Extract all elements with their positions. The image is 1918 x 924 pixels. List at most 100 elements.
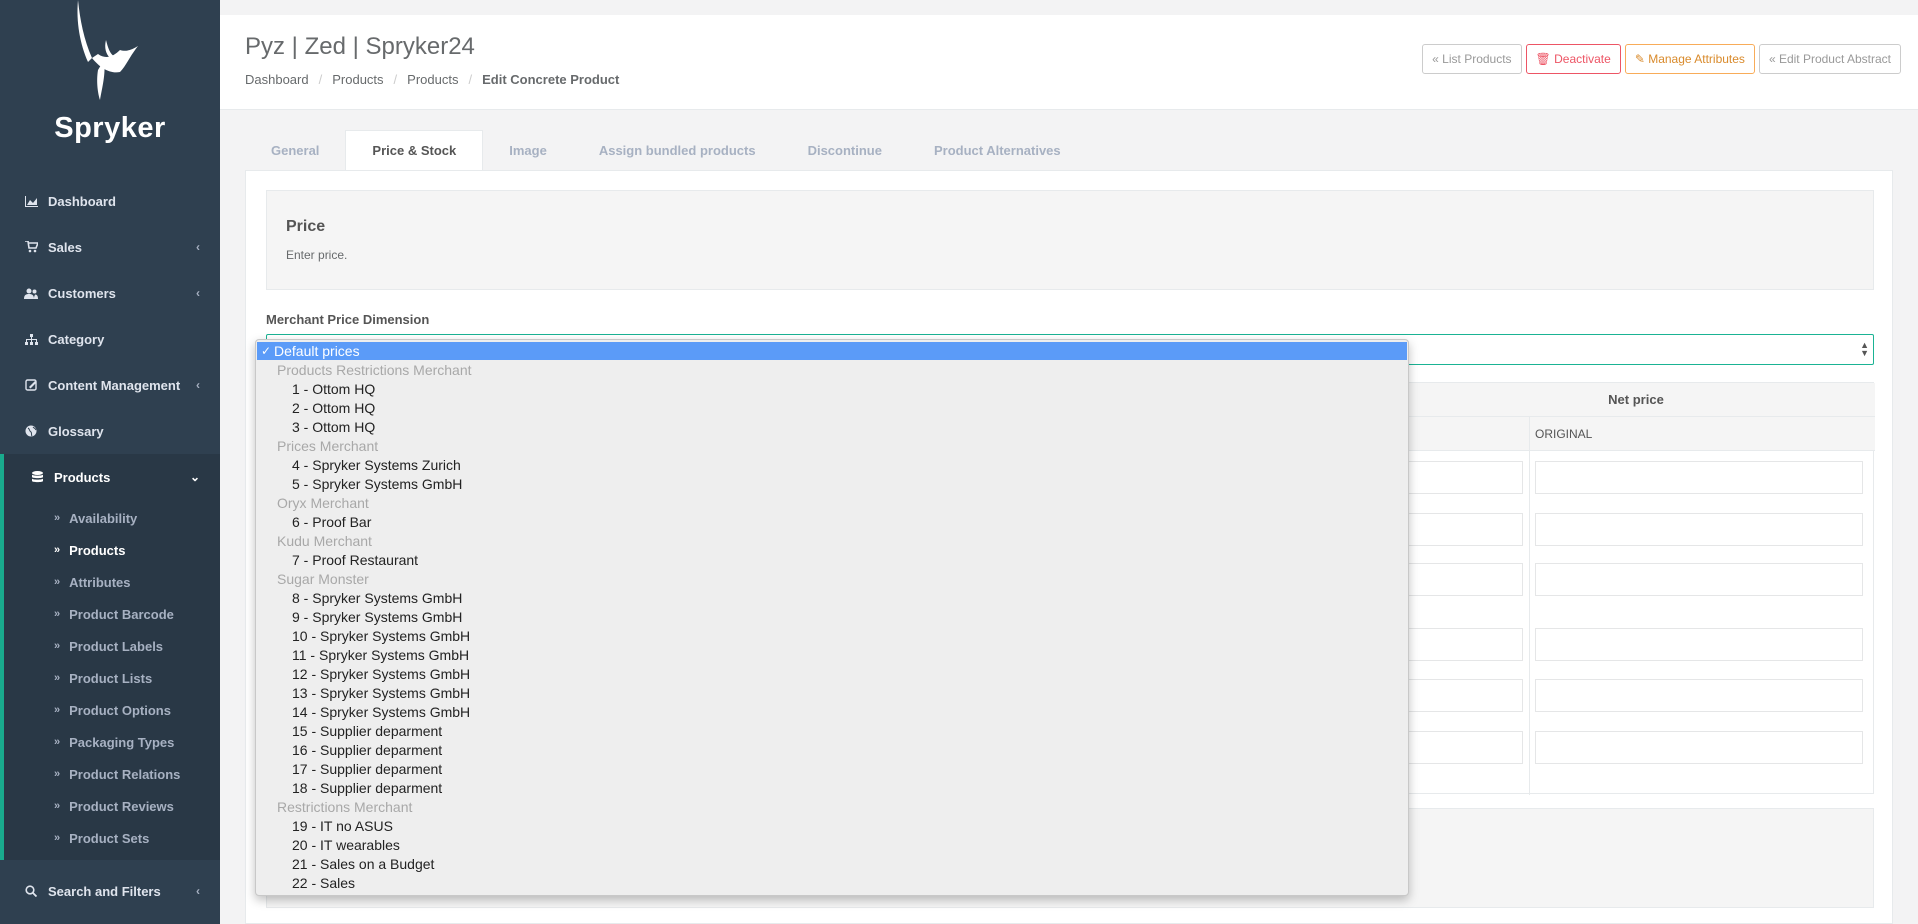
sidebar-subitem-product-reviews[interactable]: » Product Reviews: [4, 790, 220, 822]
sitemap-icon: [24, 332, 38, 346]
sidebar-item-label: Sales: [48, 239, 82, 255]
chevron-down-icon: ⌄: [189, 470, 200, 484]
sidebar-item-sales[interactable]: Sales ‹: [0, 224, 220, 270]
net-default-price-input[interactable]: [1407, 513, 1523, 546]
dropdown-option[interactable]: 9 - Spryker Systems GmbH: [256, 607, 1408, 626]
header-actions: « List Products 🗑 Deactivate ✎ Manage At…: [1422, 44, 1901, 74]
net-default-price-input[interactable]: [1407, 679, 1523, 712]
breadcrumb-item-current: Edit Concrete Product: [482, 72, 620, 87]
double-chevron-right-icon: »: [54, 512, 61, 524]
dropdown-option[interactable]: 13 - Spryker Systems GmbH: [256, 683, 1408, 702]
sidebar-subitem-label: Product Barcode: [69, 606, 174, 622]
breadcrumb-item-dashboard[interactable]: Dashboard: [245, 72, 309, 87]
dropdown-option[interactable]: 4 - Spryker Systems Zurich: [256, 455, 1408, 474]
logo[interactable]: Spryker: [0, 0, 220, 178]
dropdown-option[interactable]: 20 - IT wearables: [256, 835, 1408, 854]
dropdown-option[interactable]: 16 - Supplier deparment: [256, 740, 1408, 759]
sidebar-subitem-product-lists[interactable]: » Product Lists: [4, 662, 220, 694]
sidebar-subitem-product-options[interactable]: » Product Options: [4, 694, 220, 726]
dropdown-option-label: Default prices: [274, 343, 360, 359]
sidebar-item-products[interactable]: Products ⌄: [0, 454, 220, 500]
double-chevron-right-icon: »: [54, 768, 61, 780]
net-original-price-input[interactable]: [1535, 679, 1863, 712]
search-icon: [24, 884, 38, 898]
dropdown-option[interactable]: 3 - Ottom HQ: [256, 417, 1408, 436]
breadcrumb-item-products[interactable]: Products: [332, 72, 383, 87]
net-original-price-input[interactable]: [1535, 628, 1863, 661]
dropdown-option-selected[interactable]: ✓ Default prices: [257, 342, 1407, 360]
sidebar-item-label: Glossary: [48, 423, 104, 439]
sidebar-item-content-management[interactable]: Content Management ‹: [0, 362, 220, 408]
deactivate-button[interactable]: 🗑 Deactivate: [1525, 44, 1621, 74]
sidebar-item-label: Customers: [48, 285, 116, 301]
price-section-description: Enter price.: [286, 248, 348, 262]
list-products-button[interactable]: « List Products: [1422, 44, 1522, 74]
sidebar-subitem-label: Product Sets: [69, 830, 150, 846]
net-original-price-input[interactable]: [1535, 731, 1863, 764]
users-icon: [24, 286, 38, 300]
net-default-price-input[interactable]: [1407, 731, 1523, 764]
dropdown-option[interactable]: 17 - Supplier deparment: [256, 759, 1408, 778]
dropdown-option[interactable]: 2 - Ottom HQ: [256, 398, 1408, 417]
sidebar-subitem-product-barcode[interactable]: » Product Barcode: [4, 598, 220, 630]
page-title: Pyz | Zed | Spryker24: [245, 33, 475, 60]
breadcrumb-item-products-list[interactable]: Products: [407, 72, 458, 87]
tab-image[interactable]: Image: [483, 130, 573, 170]
sidebar-subitem-products[interactable]: » Products: [4, 534, 220, 566]
tab-general[interactable]: General: [245, 130, 345, 170]
net-default-price-input[interactable]: [1407, 563, 1523, 596]
dropdown-option[interactable]: 8 - Spryker Systems GmbH: [256, 588, 1408, 607]
double-chevron-right-icon: »: [54, 672, 61, 684]
sidebar-item-label: Content Management: [48, 377, 181, 393]
sidebar-subitem-label: Packaging Types: [69, 734, 175, 750]
sidebar-item-glossary[interactable]: Glossary: [0, 408, 220, 454]
tab-assign-bundled-products[interactable]: Assign bundled products: [573, 130, 782, 170]
dropdown-option[interactable]: 12 - Spryker Systems GmbH: [256, 664, 1408, 683]
globe-icon: [24, 424, 38, 438]
dropdown-optgroup-label: Sugar Monster: [277, 570, 369, 587]
sidebar-subitem-availability[interactable]: » Availability: [4, 502, 220, 534]
sidebar-subitem-label: Product Options: [69, 702, 171, 718]
merchant-price-dimension-label: Merchant Price Dimension: [266, 312, 430, 327]
tab-discontinue[interactable]: Discontinue: [782, 130, 908, 170]
dropdown-option[interactable]: 11 - Spryker Systems GmbH: [256, 645, 1408, 664]
edit-product-abstract-button[interactable]: « Edit Product Abstract: [1758, 44, 1901, 74]
dropdown-option[interactable]: 22 - Sales: [256, 873, 1408, 892]
dropdown-option[interactable]: 18 - Supplier deparment: [256, 778, 1408, 797]
sidebar-subitem-attributes[interactable]: » Attributes: [4, 566, 220, 598]
sidebar-item-label: Dashboard: [48, 193, 116, 209]
sidebar-subitem-product-labels[interactable]: » Product Labels: [4, 630, 220, 662]
merchant-price-dimension-dropdown[interactable]: ✓ Default prices Products Restrictions M…: [255, 339, 1409, 896]
double-chevron-right-icon: »: [54, 736, 61, 748]
dropdown-option[interactable]: 7 - Proof Restaurant: [256, 550, 1408, 569]
dropdown-option[interactable]: 21 - Sales on a Budget: [256, 854, 1408, 873]
net-default-price-input[interactable]: [1407, 628, 1523, 661]
sidebar-item-search-and-filters[interactable]: Search and Filters ‹: [0, 868, 220, 914]
net-original-price-input[interactable]: [1535, 563, 1863, 596]
sidebar: Spryker Dashboard Sales ‹ Customers ‹ Ca…: [0, 0, 220, 924]
net-original-price-input[interactable]: [1535, 461, 1863, 494]
dropdown-option[interactable]: 15 - Supplier deparment: [256, 721, 1408, 740]
sidebar-item-dashboard[interactable]: Dashboard: [0, 178, 220, 224]
select-arrows-icon: ▲ ▼: [1860, 340, 1869, 358]
original-column-header: ORIGINAL: [1535, 427, 1593, 441]
sidebar-subitem-label: Product Lists: [69, 670, 153, 686]
sidebar-subitem-product-sets[interactable]: » Product Sets: [4, 822, 220, 854]
net-original-price-input[interactable]: [1535, 513, 1863, 546]
dropdown-option[interactable]: 10 - Spryker Systems GmbH: [256, 626, 1408, 645]
sidebar-item-customers[interactable]: Customers ‹: [0, 270, 220, 316]
chevron-left-icon: ‹: [196, 240, 200, 254]
dropdown-option[interactable]: 1 - Ottom HQ: [256, 379, 1408, 398]
sidebar-subitem-packaging-types[interactable]: » Packaging Types: [4, 726, 220, 758]
sidebar-nav: Dashboard Sales ‹ Customers ‹ Category C…: [0, 178, 220, 500]
net-default-price-input[interactable]: [1407, 461, 1523, 494]
manage-attributes-button[interactable]: ✎ Manage Attributes: [1624, 44, 1755, 74]
dropdown-option[interactable]: 14 - Spryker Systems GmbH: [256, 702, 1408, 721]
dropdown-option[interactable]: 5 - Spryker Systems GmbH: [256, 474, 1408, 493]
tab-product-alternatives[interactable]: Product Alternatives: [908, 130, 1087, 170]
sidebar-subitem-product-relations[interactable]: » Product Relations: [4, 758, 220, 790]
tab-price-and-stock[interactable]: Price & Stock: [345, 130, 484, 170]
sidebar-item-category[interactable]: Category: [0, 316, 220, 362]
dropdown-option[interactable]: 19 - IT no ASUS: [256, 816, 1408, 835]
dropdown-option[interactable]: 6 - Proof Bar: [256, 512, 1408, 531]
